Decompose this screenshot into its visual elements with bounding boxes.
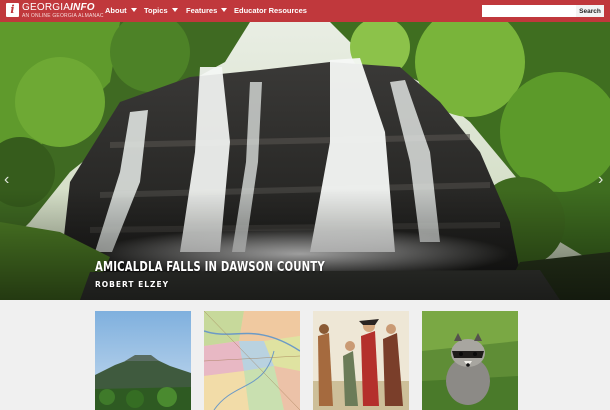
nav-about-label: About (105, 6, 127, 15)
logo-title-bold: INFO (70, 2, 95, 13)
hero-carousel: ‹ › AMICALDLA FALLS IN DAWSON COUNTY ROB… (0, 22, 610, 300)
nav-topics[interactable]: Topics (144, 0, 178, 22)
historical-painting (313, 311, 409, 410)
nav-features-label: Features (186, 6, 218, 15)
logo-title: GEORGIAINFO (22, 3, 104, 13)
nav-topics-label: Topics (144, 6, 168, 15)
nav-educator-resources[interactable]: Educator Resources (234, 0, 307, 22)
chevron-right-icon[interactable]: › (598, 172, 608, 188)
top-navbar: i GEORGIAINFO AN ONLINE GEORGIA ALMANAC … (0, 0, 610, 22)
feature-card-painting[interactable] (313, 311, 409, 410)
site-logo[interactable]: i GEORGIAINFO AN ONLINE GEORGIA ALMANAC (6, 3, 104, 19)
search-button[interactable]: Search (576, 5, 604, 17)
info-i-icon: i (6, 3, 19, 17)
hero-caption-credit: ROBERT ELZEY (95, 280, 170, 289)
nav-features[interactable]: Features (186, 0, 228, 22)
raccoon-photo (422, 311, 518, 410)
search-input[interactable] (482, 5, 576, 17)
hero-caption-title: AMICALDLA FALLS IN DAWSON COUNTY (95, 260, 325, 275)
logo-title-regular: GEORGIA (22, 2, 71, 13)
chevron-left-icon[interactable]: ‹ (4, 172, 14, 188)
caret-down-icon (130, 8, 137, 12)
logo-tagline: AN ONLINE GEORGIA ALMANAC (22, 13, 104, 19)
feature-card-mountain[interactable] (95, 311, 191, 410)
historic-map (204, 311, 300, 410)
nav-educator-resources-label: Educator Resources (234, 6, 307, 15)
feature-card-map[interactable] (204, 311, 300, 410)
feature-card-raccoon[interactable] (422, 311, 518, 410)
caret-down-icon (171, 8, 178, 12)
caret-down-icon (221, 8, 228, 12)
nav-about[interactable]: About (105, 0, 137, 22)
hero-image (0, 22, 610, 300)
mountain-photo (95, 311, 191, 410)
logo-text: GEORGIAINFO AN ONLINE GEORGIA ALMANAC (22, 3, 104, 19)
